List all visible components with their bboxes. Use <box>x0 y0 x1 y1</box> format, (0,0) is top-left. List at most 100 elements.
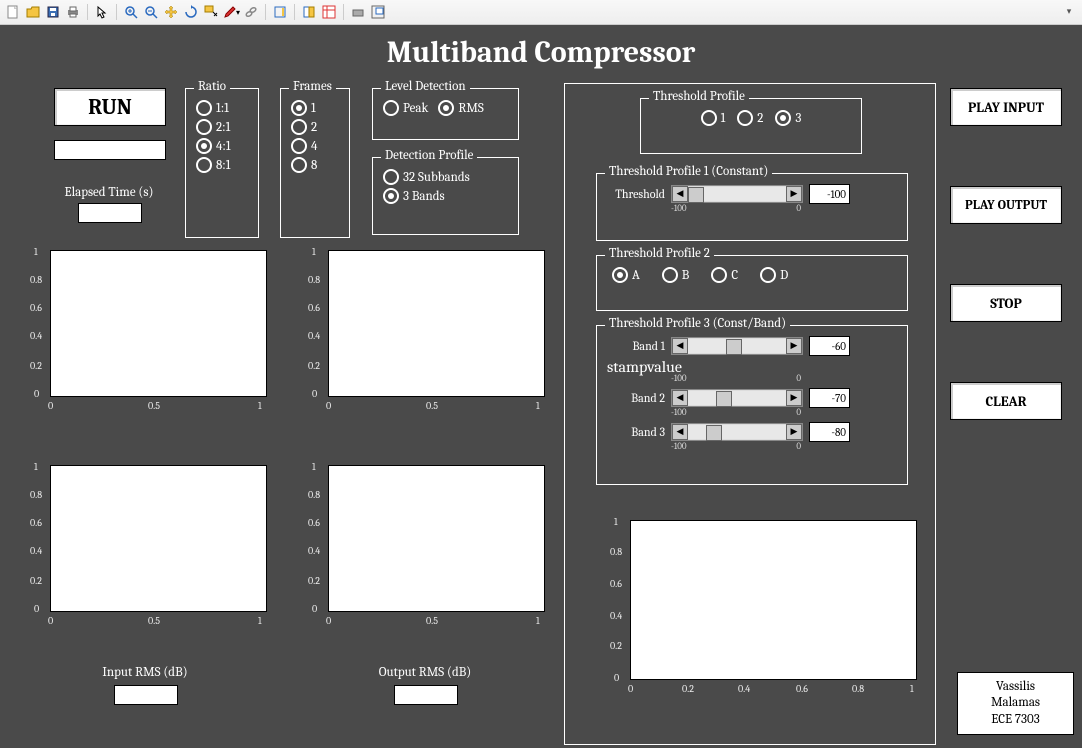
dp-32-subbands[interactable]: 32 Subbands <box>383 169 508 185</box>
play-output-button[interactable]: PLAY OUTPUT <box>950 186 1062 224</box>
tp2-b[interactable]: B <box>662 267 690 283</box>
option-label: D <box>780 268 788 283</box>
threshold-profile-group: Threshold Profile 1 2 3 <box>640 98 862 154</box>
arrow-right-icon[interactable]: ▶ <box>786 424 802 440</box>
ratio-label: 4:1 <box>216 139 231 154</box>
tp1-legend: Threshold Profile 1 (Constant) <box>605 164 772 179</box>
data-cursor-icon[interactable] <box>202 3 220 21</box>
tp3-band1-label: Band 1 <box>607 339 665 353</box>
tp1-slider[interactable]: ◀ ▶ <box>671 185 803 203</box>
credit-line2: Malamas <box>968 695 1063 711</box>
ratio-8-1[interactable]: 8:1 <box>196 157 248 173</box>
insert-legend-icon[interactable] <box>300 3 318 21</box>
new-file-icon[interactable] <box>4 3 22 21</box>
tp3-band2-value[interactable]: -70 <box>809 388 850 408</box>
tp1-group: Threshold Profile 1 (Constant) Threshold… <box>596 173 908 241</box>
arrow-left-icon[interactable]: ◀ <box>672 186 688 202</box>
pan-icon[interactable] <box>162 3 180 21</box>
tp3-band3-slider[interactable]: ◀ ▶ <box>671 423 803 441</box>
arrow-left-icon[interactable]: ◀ <box>672 390 688 406</box>
ratio-legend: Ratio <box>194 79 230 94</box>
frames-label: 2 <box>311 120 317 135</box>
zoom-in-icon[interactable] <box>122 3 140 21</box>
save-icon[interactable] <box>44 3 62 21</box>
credit-line3: ECE 7303 <box>968 712 1063 728</box>
open-folder-icon[interactable] <box>24 3 42 21</box>
tp1-value[interactable]: -100 <box>809 184 850 204</box>
level-detection-legend: Level Detection <box>381 79 470 94</box>
frames-legend: Frames <box>289 79 336 94</box>
option-label: A <box>632 268 640 283</box>
frames-group: Frames 1 2 4 8 <box>280 88 350 238</box>
zoom-out-icon[interactable] <box>142 3 160 21</box>
arrow-right-icon[interactable]: ▶ <box>786 186 802 202</box>
frames-2[interactable]: 2 <box>291 119 339 135</box>
ratio-label: 8:1 <box>216 158 230 173</box>
separator <box>294 4 295 20</box>
stop-button[interactable]: STOP <box>950 284 1062 322</box>
chevron-down-icon[interactable]: ▾ <box>1060 3 1078 21</box>
level-rms[interactable]: RMS <box>438 100 483 116</box>
tp2-d[interactable]: D <box>760 267 788 283</box>
tp3-scale1: -1000 <box>671 374 801 384</box>
arrow-right-icon[interactable]: ▶ <box>786 338 802 354</box>
print-icon[interactable] <box>64 3 82 21</box>
dock-icon[interactable] <box>369 3 387 21</box>
app-title: Multiband Compressor <box>0 25 1082 76</box>
level-peak[interactable]: Peak <box>383 100 428 116</box>
hide-plot-icon[interactable] <box>349 3 367 21</box>
tp3-legend: Threshold Profile 3 (Const/Band) <box>605 316 790 331</box>
option-label: 32 Subbands <box>403 170 470 185</box>
input-rms-value <box>114 685 178 705</box>
input-rms-label: Input RMS (dB) <box>80 665 210 680</box>
link-icon[interactable] <box>242 3 260 21</box>
frames-4[interactable]: 4 <box>291 138 339 154</box>
option-label: B <box>682 268 690 283</box>
tp-3[interactable]: 3 <box>775 110 801 126</box>
tp2-a[interactable]: A <box>612 267 640 283</box>
tp3-band1-value[interactable]: -60 <box>809 336 850 356</box>
option-label: Peak <box>403 101 428 116</box>
frames-8[interactable]: 8 <box>291 157 339 173</box>
tp3-band3-value[interactable]: -80 <box>809 422 850 442</box>
frames-1[interactable]: 1 <box>291 100 339 116</box>
ratio-1-1[interactable]: 1:1 <box>196 100 248 116</box>
tp3-band3-label: Band 3 <box>607 425 665 439</box>
frames-label: 8 <box>311 158 317 173</box>
tp3-group: Threshold Profile 3 (Const/Band) Band 1 … <box>596 325 908 485</box>
pointer-icon[interactable] <box>93 3 111 21</box>
tp2-group: Threshold Profile 2 A B C D <box>596 255 908 311</box>
insert-colorbar-icon[interactable] <box>271 3 289 21</box>
level-detection-group: Level Detection Peak RMS <box>372 88 519 140</box>
separator <box>87 4 88 20</box>
brush-icon[interactable]: ▾ <box>222 3 240 21</box>
ratio-4-1[interactable]: 4:1 <box>196 138 248 154</box>
tp3-band2-slider[interactable]: ◀ ▶ <box>671 389 803 407</box>
ratio-group: Ratio 1:1 2:1 4:1 8:1 <box>185 88 259 238</box>
arrow-left-icon[interactable]: ◀ <box>672 338 688 354</box>
option-label: 1 <box>721 111 726 126</box>
tp2-c[interactable]: C <box>711 267 738 283</box>
ratio-2-1[interactable]: 2:1 <box>196 119 248 135</box>
detection-profile-group: Detection Profile 32 Subbands 3 Bands <box>372 157 519 235</box>
tp1-scale: -1000 <box>671 204 801 214</box>
run-button[interactable]: RUN <box>54 88 166 126</box>
rotate-icon[interactable] <box>182 3 200 21</box>
tp-2[interactable]: 2 <box>737 110 763 126</box>
show-plot-tools-icon[interactable] <box>320 3 338 21</box>
plot-2: 0 0.2 0.4 0.6 0.8 1 0 0.5 1 <box>308 250 548 430</box>
credit-line1: Vassilis <box>968 679 1063 695</box>
ratio-label: 1:1 <box>216 101 229 116</box>
separator <box>265 4 266 20</box>
arrow-right-icon[interactable]: ▶ <box>786 390 802 406</box>
option-label: RMS <box>458 101 483 116</box>
separator <box>116 4 117 20</box>
dp-3-bands[interactable]: 3 Bands <box>383 188 508 204</box>
tp3-band1-slider[interactable]: ◀ ▶ <box>671 337 803 355</box>
arrow-left-icon[interactable]: ◀ <box>672 424 688 440</box>
output-rms-label: Output RMS (dB) <box>360 665 490 680</box>
frames-label: 4 <box>311 139 317 154</box>
clear-button[interactable]: CLEAR <box>950 382 1062 420</box>
play-input-button[interactable]: PLAY INPUT <box>950 88 1062 126</box>
tp-1[interactable]: 1 <box>701 110 726 126</box>
